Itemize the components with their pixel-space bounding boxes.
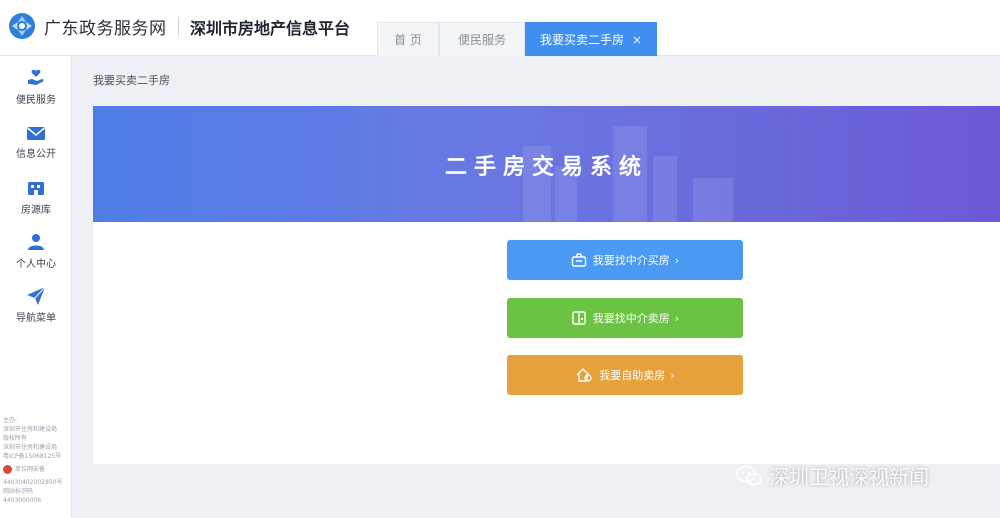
building-icon bbox=[28, 182, 44, 195]
button-label: 我要找中介卖房 bbox=[592, 312, 670, 325]
sidebar-item-label: 便民服务 bbox=[16, 95, 56, 106]
tab-label: 首 页 bbox=[394, 33, 422, 47]
footer-badge-label: 单位网安备 bbox=[15, 466, 46, 473]
watermark-text: 深圳卫视深视新闻 bbox=[769, 465, 929, 489]
sell-via-agent-button[interactable]: 我要找中介卖房 › bbox=[507, 298, 743, 338]
watermark: 深圳卫视深视新闻 bbox=[735, 461, 929, 490]
footer-line: 网站标识码 bbox=[3, 488, 34, 495]
tab-label: 便民服务 bbox=[457, 33, 506, 47]
banner: 二手房交易系统 bbox=[93, 106, 1000, 222]
top-header: 广东政务服务网 深圳市房地产信息平台 首 页 便民服务 我要买卖二手房 × bbox=[0, 0, 1000, 56]
emblem-icon bbox=[3, 465, 12, 474]
footer-line: 4403000006 bbox=[3, 497, 42, 504]
tab-buy-sell-secondhand[interactable]: 我要买卖二手房 × bbox=[525, 22, 657, 56]
tab-label: 我要买卖二手房 bbox=[539, 33, 624, 47]
hand-heart-icon bbox=[28, 69, 44, 85]
wechat-icon bbox=[736, 465, 762, 485]
site-name[interactable]: 广东政务服务网 bbox=[44, 14, 167, 39]
sidebar-item-personal-center[interactable]: 个人中心 bbox=[0, 232, 72, 270]
shopping-basket-icon bbox=[571, 253, 586, 267]
chevron-right-icon: › bbox=[670, 368, 675, 382]
sidebar-item-label: 信息公开 bbox=[16, 149, 56, 160]
footer-line: 深圳市住房和建设局 bbox=[3, 444, 58, 451]
sidebar-item-listings[interactable]: 房源库 bbox=[0, 178, 72, 216]
sidebar: 便民服务 信息公开 房源库 个人中心 导航菜单 主办: 深圳市住房和建设局 版权… bbox=[0, 56, 72, 518]
sidebar-item-label: 个人中心 bbox=[16, 259, 56, 270]
sidebar-item-label: 导航菜单 bbox=[16, 313, 56, 324]
envelope-icon bbox=[27, 127, 45, 140]
chevron-right-icon: › bbox=[674, 311, 680, 325]
button-label: 我要找中介买房 bbox=[592, 254, 670, 267]
sidebar-footer: 主办: 深圳市住房和建设局 版权所有 深圳市住房和建设局 粤ICP备150681… bbox=[3, 416, 69, 505]
footer-badge[interactable]: 单位网安备 bbox=[3, 465, 69, 474]
tab-bar: 首 页 便民服务 我要买卖二手房 × bbox=[377, 22, 657, 56]
breadcrumb: 我要买卖二手房 bbox=[93, 74, 170, 87]
main-panel: 二手房交易系统 我要找中介买房 › 我要找中介卖房 › 我要自助卖房 › bbox=[93, 106, 1000, 464]
gd-gov-logo-icon[interactable] bbox=[8, 12, 36, 40]
sidebar-item-navigation-menu[interactable]: 导航菜单 bbox=[0, 286, 72, 324]
header-divider bbox=[178, 17, 179, 37]
tab-home[interactable]: 首 页 bbox=[377, 22, 439, 56]
sidebar-item-label: 房源库 bbox=[21, 205, 51, 216]
banner-building-decoration bbox=[693, 178, 733, 222]
footer-line: 深圳市住房和建设局 bbox=[3, 426, 58, 433]
sidebar-item-info-disclosure[interactable]: 信息公开 bbox=[0, 124, 72, 160]
paper-plane-icon bbox=[27, 286, 46, 305]
footer-line: 44030402002850号 bbox=[3, 479, 63, 486]
footer-line: 主办: bbox=[3, 417, 18, 424]
platform-name: 深圳市房地产信息平台 bbox=[190, 19, 351, 38]
footer-line: 粤ICP备15068125号 bbox=[3, 453, 62, 460]
banner-title: 二手房交易系统 bbox=[444, 155, 648, 180]
buy-via-agent-button[interactable]: 我要找中介买房 › bbox=[507, 240, 743, 280]
close-icon[interactable]: × bbox=[632, 33, 642, 47]
button-label: 我要自助卖房 bbox=[599, 369, 666, 382]
tab-convenience-services[interactable]: 便民服务 bbox=[439, 22, 525, 56]
house-hand-icon bbox=[576, 368, 592, 382]
building-sale-icon bbox=[572, 311, 586, 325]
self-service-sell-button[interactable]: 我要自助卖房 › bbox=[507, 355, 743, 395]
chevron-right-icon: › bbox=[674, 253, 680, 267]
footer-line: 版权所有 bbox=[3, 435, 28, 442]
sidebar-item-convenience[interactable]: 便民服务 bbox=[0, 68, 72, 106]
user-icon bbox=[28, 234, 44, 250]
